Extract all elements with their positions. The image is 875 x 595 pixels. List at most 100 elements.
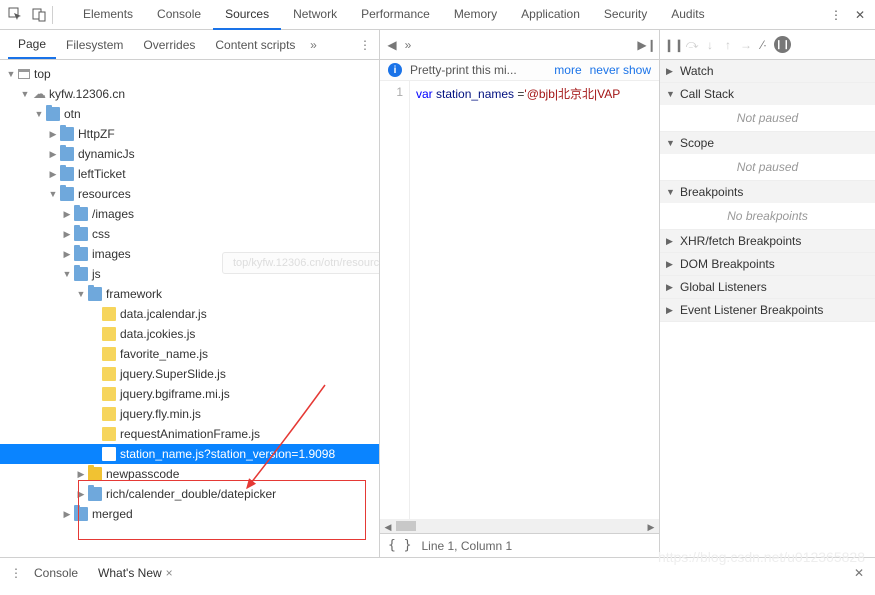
inspect-element-icon[interactable] (6, 6, 24, 24)
folder-icon (74, 207, 88, 221)
subtab-overrides[interactable]: Overrides (133, 32, 205, 58)
editor-status-bar: { } Line 1, Column 1 (380, 533, 659, 557)
folder-icon (60, 167, 74, 181)
tree-css[interactable]: ▶css (0, 224, 379, 244)
pretty-print-bar: i Pretty-print this mi... more never sho… (380, 60, 659, 81)
tree-images1[interactable]: ▶/images (0, 204, 379, 224)
tree-framework[interactable]: ▼framework (0, 284, 379, 304)
tree-file-favorite[interactable]: favorite_name.js (0, 344, 379, 364)
panel-breakpoints[interactable]: ▼Breakpoints (660, 181, 875, 203)
tree-top[interactable]: ▼top (0, 64, 379, 84)
close-drawer-icon[interactable]: ✕ (851, 565, 867, 581)
folder-icon (46, 107, 60, 121)
panel-event[interactable]: ▶Event Listener Breakpoints (660, 299, 875, 321)
panel-global[interactable]: ▶Global Listeners (660, 276, 875, 298)
drawer-menu-icon[interactable]: ⋮ (8, 565, 24, 581)
nav-back-icon[interactable]: ◀ (384, 37, 400, 53)
pause-icon[interactable]: ❙❙ (666, 37, 682, 53)
tree-httpzf[interactable]: ▶HttpZF (0, 124, 379, 144)
deactivate-breakpoints-icon[interactable]: ⁄∙ (756, 37, 772, 53)
device-toggle-icon[interactable] (30, 6, 48, 24)
js-file-icon (102, 367, 116, 381)
tab-audits[interactable]: Audits (659, 0, 716, 30)
drawer-tab-whatsnew[interactable]: What's New× (88, 562, 183, 584)
tree-domain[interactable]: ▼☁kyfw.12306.cn (0, 84, 379, 104)
scope-body: Not paused (660, 154, 875, 180)
tree-file-jcalendar[interactable]: data.jcalendar.js (0, 304, 379, 324)
tree-file-jcokies[interactable]: data.jcokies.js (0, 324, 379, 344)
tree-otn[interactable]: ▼otn (0, 104, 379, 124)
js-file-icon (102, 427, 116, 441)
step-over-icon[interactable]: ⤼ (684, 37, 700, 53)
pretty-print-button[interactable]: { } (388, 538, 411, 553)
sources-sub-bar: Page Filesystem Overrides Content script… (0, 30, 875, 60)
tab-network[interactable]: Network (281, 0, 349, 30)
info-icon: i (388, 63, 402, 77)
folder-icon (74, 247, 88, 261)
never-show-link[interactable]: never show (590, 63, 651, 77)
close-icon[interactable]: × (166, 566, 173, 580)
main-tabs: Elements Console Sources Network Perform… (71, 0, 717, 30)
tab-console[interactable]: Console (145, 0, 213, 30)
js-file-icon (102, 307, 116, 321)
tab-application[interactable]: Application (509, 0, 592, 30)
code-body[interactable]: var station_names ='@bjb|北京北|VAP (410, 81, 659, 519)
drawer-tab-console[interactable]: Console (24, 562, 88, 584)
tab-performance[interactable]: Performance (349, 0, 442, 30)
window-icon (18, 69, 30, 79)
step-into-icon[interactable]: ↓ (702, 37, 718, 53)
js-file-icon (102, 347, 116, 361)
tree-file-superslide[interactable]: jquery.SuperSlide.js (0, 364, 379, 384)
pause-on-exceptions-icon[interactable]: ❙❙ (774, 36, 791, 53)
tree-images2[interactable]: ▶images (0, 244, 379, 264)
devtools-top-bar: Elements Console Sources Network Perform… (0, 0, 875, 30)
tree-js[interactable]: ▼js (0, 264, 379, 284)
panel-callstack[interactable]: ▼Call Stack (660, 83, 875, 105)
cloud-icon: ☁ (33, 86, 46, 102)
horizontal-scrollbar[interactable]: ◀ ▶ (380, 519, 659, 533)
nav-more-icon[interactable]: » (400, 37, 416, 53)
tree-rich[interactable]: ▶rich/calender_double/datepicker (0, 484, 379, 504)
info-text: Pretty-print this mi... (410, 63, 546, 77)
panel-scope[interactable]: ▼Scope (660, 132, 875, 154)
folder-icon (60, 187, 74, 201)
tree-leftticket[interactable]: ▶leftTicket (0, 164, 379, 184)
tree-file-fly[interactable]: jquery.fly.min.js (0, 404, 379, 424)
js-file-icon (102, 407, 116, 421)
drawer-bar: ⋮ Console What's New× ✕ (0, 557, 875, 587)
code-editor[interactable]: 1 var station_names ='@bjb|北京北|VAP (380, 81, 659, 519)
cursor-position: Line 1, Column 1 (421, 539, 512, 553)
sidebar-menu-icon[interactable]: ⋮ (357, 37, 373, 53)
tab-sources[interactable]: Sources (213, 0, 281, 30)
close-devtools-icon[interactable]: ✕ (851, 6, 869, 24)
breakpoints-body: No breakpoints (660, 203, 875, 229)
js-file-icon (102, 327, 116, 341)
panel-watch[interactable]: ▶Watch (660, 60, 875, 82)
tab-memory[interactable]: Memory (442, 0, 509, 30)
js-file-icon (102, 447, 116, 461)
more-subtabs-icon[interactable]: » (305, 37, 321, 53)
debug-panel: ▶Watch ▼Call Stack Not paused ▼Scope Not… (660, 60, 875, 557)
panel-dom[interactable]: ▶DOM Breakpoints (660, 253, 875, 275)
tree-merged[interactable]: ▶merged (0, 504, 379, 524)
more-link[interactable]: more (554, 63, 581, 77)
tree-file-raf[interactable]: requestAnimationFrame.js (0, 424, 379, 444)
subtab-page[interactable]: Page (8, 31, 56, 59)
tree-file-bgiframe[interactable]: jquery.bgiframe.mi.js (0, 384, 379, 404)
tree-dynamicjs[interactable]: ▶dynamicJs (0, 144, 379, 164)
js-file-icon (102, 387, 116, 401)
panel-xhr[interactable]: ▶XHR/fetch Breakpoints (660, 230, 875, 252)
tab-security[interactable]: Security (592, 0, 659, 30)
subtab-filesystem[interactable]: Filesystem (56, 32, 133, 58)
tree-resources[interactable]: ▼resources (0, 184, 379, 204)
tree-file-station-name[interactable]: station_name.js?station_version=1.9098 (0, 444, 379, 464)
nav-forward-icon[interactable]: ▶❙ (639, 37, 655, 53)
kebab-menu-icon[interactable]: ⋮ (827, 6, 845, 24)
file-tree-panel: ▼top ▼☁kyfw.12306.cn ▼otn ▶HttpZF ▶dynam… (0, 60, 380, 557)
folder-icon (88, 467, 102, 481)
subtab-content-scripts[interactable]: Content scripts (205, 32, 305, 58)
tab-elements[interactable]: Elements (71, 0, 145, 30)
step-out-icon[interactable]: ↑ (720, 37, 736, 53)
tree-newpasscode[interactable]: ▶newpasscode (0, 464, 379, 484)
step-icon[interactable]: → (738, 37, 754, 53)
